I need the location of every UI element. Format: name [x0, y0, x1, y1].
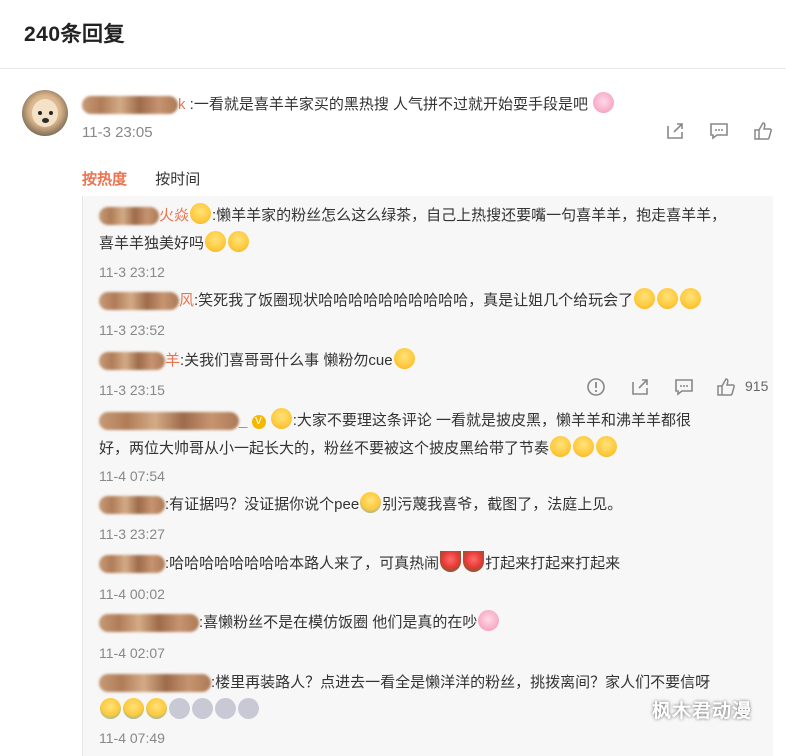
crying-emoji-icon — [146, 698, 167, 719]
crying-emoji-icon — [360, 492, 382, 513]
comment-time: 11-3 23:05 — [82, 124, 153, 141]
doge-emoji-icon — [228, 231, 250, 252]
doge-emoji-icon — [634, 288, 656, 309]
pleading-emoji-icon — [550, 436, 572, 457]
eye-right — [49, 111, 53, 115]
reply-text: :喜懒粉丝不是在模仿饭圈 他们是真的在吵 — [199, 614, 478, 631]
comment-text: :一看就是喜羊羊家买的黑热搜 人气拼不过就开始耍手段是吧 — [189, 96, 589, 113]
sort-tabs: 按热度 按时间 — [82, 168, 200, 189]
list-item: 火焱 :懒羊羊家的粉丝怎么这么绿茶，自己上热搜还要嘴一句喜羊羊，抱走喜羊羊， 喜羊… — [99, 202, 726, 258]
smile-emoji-icon — [205, 231, 227, 252]
blurred-username[interactable] — [99, 614, 199, 633]
comment-icon[interactable] — [708, 120, 730, 142]
reply-text: :关我们喜哥哥什么事 懒粉勿cue — [180, 352, 393, 369]
pleading-emoji-icon — [596, 436, 618, 457]
like-icon[interactable] — [715, 376, 737, 398]
reply-time: 11-4 02:07 — [99, 645, 165, 661]
username-tail[interactable]: k — [178, 96, 186, 113]
shocked-emoji-icon — [238, 698, 259, 719]
list-item: 羊:关我们喜哥哥什么事 懒粉勿cue — [99, 347, 416, 375]
reply-text: :有证据吗？没证据你说个pee — [165, 496, 360, 513]
doge-emoji-icon — [680, 288, 702, 309]
blurred-username[interactable] — [99, 207, 159, 226]
doge-emoji-icon — [393, 348, 415, 369]
reply-text: :楼里再装路人？点进去一看全是懒洋洋的粉丝，挑拨离间？家人们不要信呀 — [211, 674, 711, 691]
heart-eyes-emoji-icon — [270, 408, 292, 429]
reply-text-cont: 打起来打起来打起来 — [485, 555, 621, 572]
watermelon-icon — [440, 551, 462, 572]
reply-text-cont: 喜羊羊独美好吗 — [99, 235, 205, 252]
blurred-username[interactable] — [99, 555, 165, 574]
nose — [42, 118, 49, 123]
username-tail[interactable]: _ — [239, 412, 247, 429]
reply-text-cont: 好，两位大帅哥从小一起长大的，粉丝不要被这个披皮黑给带了节奏 — [99, 440, 550, 457]
blurred-username[interactable] — [99, 412, 239, 431]
heart-eyes-emoji-icon — [190, 203, 212, 224]
username-tail[interactable]: 风 — [179, 292, 194, 309]
blurred-username[interactable] — [99, 292, 179, 311]
reply-time: 11-3 23:15 — [99, 382, 165, 398]
blurred-username[interactable] — [82, 96, 178, 115]
reply-time: 11-3 23:12 — [99, 264, 165, 280]
header: 240条回复 — [0, 0, 786, 69]
list-item: :有证据吗？没证据你说个pee 别污蔑我喜爷，截图了，法庭上见。 — [99, 491, 622, 519]
report-icon[interactable] — [585, 376, 607, 398]
pleading-emoji-icon — [573, 436, 595, 457]
blurred-username[interactable] — [99, 352, 165, 371]
watermark: 枫木君动漫 — [652, 701, 753, 722]
reply-time: 11-3 23:52 — [99, 322, 165, 338]
list-item: 风:笑死我了饭圈现状哈哈哈哈哈哈哈哈哈哈，真是让姐几个给玩会了 — [99, 287, 702, 315]
tab-sort-hot[interactable]: 按热度 — [82, 171, 127, 188]
like-icon[interactable] — [752, 120, 774, 142]
share-icon[interactable] — [664, 120, 686, 142]
reply-list: 火焱 :懒羊羊家的粉丝怎么这么绿茶，自己上热搜还要嘴一句喜羊羊，抱走喜羊羊， 喜羊… — [82, 196, 773, 756]
reply-time: 11-4 07:54 — [99, 468, 165, 484]
tab-sort-time[interactable]: 按时间 — [155, 171, 200, 188]
shocked-emoji-icon — [215, 698, 236, 719]
shocked-emoji-icon — [169, 698, 190, 719]
username-tail[interactable]: 羊 — [165, 352, 180, 369]
reply-text: :懒羊羊家的粉丝怎么这么绿茶，自己上热搜还要嘴一句喜羊羊，抱走喜羊羊， — [212, 207, 727, 224]
reply-text: :哈哈哈哈哈哈哈哈本路人来了，可真热闹 — [165, 555, 440, 572]
doge-emoji-icon — [657, 288, 679, 309]
reply-text-cont: 别污蔑我喜爷，截图了，法庭上见。 — [382, 496, 623, 513]
blurred-username[interactable] — [99, 496, 165, 515]
main-comment: k :一看就是喜羊羊家买的黑热搜 人气拼不过就开始耍手段是吧 — [82, 92, 615, 115]
blurred-username[interactable] — [99, 674, 211, 693]
list-item: :楼里再装路人？点进去一看全是懒洋洋的粉丝，挑拨离间？家人们不要信呀 — [99, 669, 710, 725]
verified-badge-icon: V — [251, 415, 266, 429]
like-count: 915 — [745, 378, 769, 394]
shocked-emoji-icon — [192, 698, 213, 719]
eye-left — [38, 111, 42, 115]
reply-time: 11-4 00:02 — [99, 586, 165, 602]
pig-emoji-icon — [593, 92, 615, 113]
crying-emoji-icon — [100, 698, 121, 719]
list-item: :喜懒粉丝不是在模仿饭圈 他们是真的在吵 — [99, 609, 500, 637]
watermelon-icon — [463, 551, 485, 572]
crying-emoji-icon — [123, 698, 144, 719]
comment-icon[interactable] — [673, 376, 695, 398]
reply-text: :笑死我了饭圈现状哈哈哈哈哈哈哈哈哈哈，真是让姐几个给玩会了 — [194, 292, 634, 309]
pig-emoji-icon — [478, 610, 500, 631]
username-tail[interactable]: 火焱 — [159, 207, 189, 224]
reply-time: 11-4 07:49 — [99, 730, 165, 746]
avatar[interactable] — [22, 90, 68, 136]
reply-time: 11-3 23:27 — [99, 526, 165, 542]
list-item: :哈哈哈哈哈哈哈哈本路人来了，可真热闹 打起来打起来打起来 — [99, 550, 620, 578]
page-title: 240条回复 — [24, 23, 126, 46]
share-icon[interactable] — [629, 376, 651, 398]
reply-text: :大家不要理这条评论 一看就是披皮黑，懒羊羊和沸羊羊都很 — [292, 412, 692, 429]
list-item: _ V :大家不要理这条评论 一看就是披皮黑，懒羊羊和沸羊羊都很 好，两位大帅哥… — [99, 407, 691, 463]
